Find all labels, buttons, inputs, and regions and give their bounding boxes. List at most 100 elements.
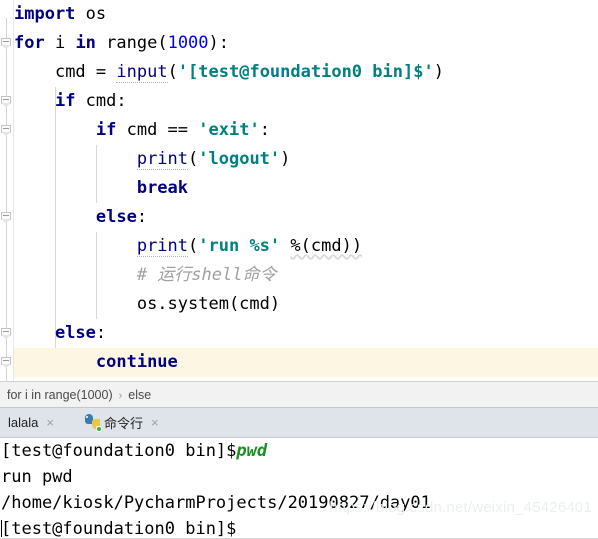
fold-dash <box>3 215 9 216</box>
code-token: in <box>75 33 96 53</box>
console-line: [test@foundation0 bin]$pwd <box>0 438 598 464</box>
code-token: 'exit' <box>198 120 260 140</box>
code-line[interactable]: else: <box>14 319 598 348</box>
code-token: # 运行shell命令 <box>136 265 277 285</box>
code-token: print <box>136 149 189 170</box>
console-tab[interactable]: lalala × <box>6 408 60 438</box>
python-icon <box>84 414 102 432</box>
code-line[interactable]: cmd = input('[test@foundation0 bin]$') <box>14 58 598 87</box>
fold-toggle-icon[interactable] <box>1 96 12 107</box>
console-line-text: [test@foundation0 bin]$ <box>1 441 237 461</box>
console-line-text: /home/kiosk/PycharmProjects/20190827/day… <box>1 493 431 513</box>
console-line: [test@foundation0 bin]$ <box>0 516 598 539</box>
breadcrumb-separator-icon: › <box>118 390 123 402</box>
code-token: os.system(cmd) <box>136 294 281 314</box>
code-token: cmd: <box>75 91 127 111</box>
code-line[interactable]: break <box>14 174 598 203</box>
code-token: os <box>85 4 107 24</box>
fold-tail <box>1 364 11 368</box>
fold-dash <box>3 128 9 129</box>
code-token: : <box>136 207 148 227</box>
code-token: 'run %s' <box>198 236 281 256</box>
code-token: range( <box>95 33 168 53</box>
breadcrumb-item[interactable]: for i in range(1000) <box>7 388 113 402</box>
code-line[interactable]: # 运行shell命令 <box>14 261 598 290</box>
code-line[interactable]: continue <box>14 348 598 377</box>
code-token: if <box>95 120 117 140</box>
console-user-input[interactable]: pwd <box>236 441 267 461</box>
code-editor[interactable]: import os for i in range(1000): cmd = inp… <box>0 0 598 381</box>
code-line[interactable]: for i in range(1000): <box>14 29 598 58</box>
console-tab-bar[interactable]: lalala × 命令行 × <box>0 408 598 438</box>
fold-tail <box>1 45 11 49</box>
fold-toggle-icon[interactable] <box>1 38 12 49</box>
console-tab[interactable]: 命令行 × <box>82 408 165 438</box>
code-token: ( <box>188 149 199 169</box>
code-token: ( <box>188 236 199 256</box>
code-token: cmd == <box>116 120 199 140</box>
fold-dash <box>3 41 9 42</box>
console-line-text: run pwd <box>1 467 73 487</box>
fold-tail <box>1 219 11 223</box>
breadcrumb-item[interactable]: else <box>128 388 151 402</box>
code-line[interactable]: print('logout') <box>14 145 598 174</box>
code-token: %(cmd)) <box>290 236 363 256</box>
code-token: ): <box>208 33 230 53</box>
fold-tail <box>1 103 11 107</box>
code-token: print <box>136 236 189 257</box>
code-token: cmd = <box>54 62 117 82</box>
code-line[interactable]: os.system(cmd) <box>14 290 598 319</box>
code-token: : <box>95 323 107 343</box>
code-token: if <box>54 91 76 111</box>
code-line[interactable]: print('run %s' %(cmd)) <box>14 232 598 261</box>
code-token: else <box>54 323 96 343</box>
fold-gutter[interactable] <box>0 0 14 381</box>
code-lines-container[interactable]: import os for i in range(1000): cmd = inp… <box>14 0 598 381</box>
fold-toggle-icon[interactable] <box>1 125 12 136</box>
code-line[interactable]: else: <box>14 203 598 232</box>
fold-toggle-icon[interactable] <box>1 328 12 339</box>
code-token: ( <box>167 62 178 82</box>
code-token: for <box>14 33 45 53</box>
code-token: 1000 <box>167 33 209 53</box>
code-token: 'logout' <box>198 149 281 169</box>
code-token: else <box>95 207 137 227</box>
fold-dash <box>3 99 9 100</box>
console-line: run pwd <box>0 464 598 490</box>
code-token: ) <box>433 62 444 82</box>
code-token: import <box>14 4 76 24</box>
code-token: i <box>44 33 76 53</box>
code-token: continue <box>95 352 178 372</box>
fold-toggle-icon[interactable] <box>1 357 12 368</box>
close-icon[interactable]: × <box>44 416 56 429</box>
console-tab-label: 命令行 <box>103 416 143 431</box>
breadcrumb[interactable]: for i in range(1000) › else <box>0 381 598 408</box>
running-indicator-icon <box>95 426 102 432</box>
fold-dash <box>3 360 9 361</box>
fold-dash <box>3 331 9 332</box>
fold-gutter-line <box>6 18 7 381</box>
code-token: break <box>136 178 189 198</box>
close-icon[interactable]: × <box>149 416 161 429</box>
code-line[interactable]: if cmd: <box>14 87 598 116</box>
code-line[interactable]: import os <box>14 0 598 29</box>
code-token: '[test@foundation0 bin]$' <box>177 62 434 82</box>
console-line: /home/kiosk/PycharmProjects/20190827/day… <box>0 490 598 516</box>
fold-tail <box>1 335 11 339</box>
fold-toggle-icon[interactable] <box>1 212 12 223</box>
run-console[interactable]: [test@foundation0 bin]$pwd run pwd/home/k… <box>0 438 598 539</box>
code-line[interactable]: if cmd == 'exit': <box>14 116 598 145</box>
